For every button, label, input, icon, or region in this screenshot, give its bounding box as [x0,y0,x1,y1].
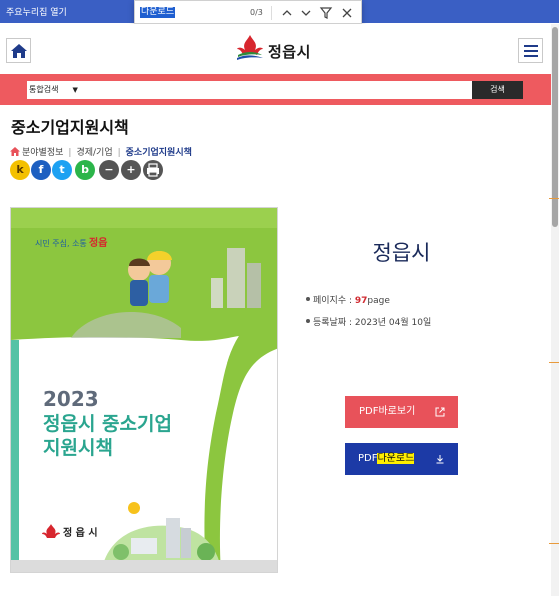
menu-button[interactable] [518,38,543,63]
search-bar: 통합검색 ▼ 검색 [0,74,551,105]
zoom-out-icon[interactable]: − [99,160,119,180]
book-cover-image: 시민 주심, 소통 정읍 2023 정읍시 중소기업 지원시책 정 읍 시 [10,207,278,573]
filter-icon [319,7,333,19]
find-match-marker [549,362,559,363]
home-icon [11,44,27,58]
print-icon[interactable] [143,160,163,180]
chevron-up-icon [282,10,292,16]
download-icon [436,455,444,464]
breadcrumb-item[interactable]: 경제/기업 [76,148,112,158]
chevron-down-icon [301,10,311,16]
find-filter-button[interactable] [318,5,334,21]
document-title: 정읍시 [372,241,431,265]
page-count: 페이지수 : 97page [306,293,390,306]
close-icon [342,8,352,18]
search-input[interactable]: 통합검색 ▼ 검색 [27,81,523,99]
pdf-view-button[interactable]: PDF바로보기 [345,396,458,428]
find-match-marker [549,198,559,199]
chevron-down-icon: ▼ [72,86,78,94]
facebook-icon[interactable]: f [31,160,51,180]
find-close-button[interactable] [339,5,355,21]
site-logo[interactable]: 정읍시 [233,33,323,65]
find-match-marker [549,543,559,544]
breadcrumb-home-icon [10,147,20,156]
find-in-page-box: 다운로드 0/3 [134,0,362,24]
cover-title-line2: 지원시책 [43,437,113,459]
home-button[interactable] [6,38,31,63]
cover-footer-logo: 정 읍 시 [63,526,98,539]
hamburger-icon [524,45,538,47]
external-link-icon [435,407,445,417]
logo-emblem-icon [237,35,263,60]
kakaostory-icon[interactable]: k [10,160,30,180]
search-button[interactable]: 검색 [472,81,523,99]
cover-slogan: 시민 주심, 소통 [35,238,87,248]
band-icon[interactable]: b [75,160,95,180]
search-category-select[interactable]: 통합검색 ▼ [29,84,78,95]
registration-date: 등록날짜 : 2023년 04월 10일 [306,315,431,328]
breadcrumb-item[interactable]: 분야별정보 [22,148,63,158]
cover-slogan-city: 정읍 [89,236,107,249]
scrollbar-thumb[interactable] [552,27,558,227]
cover-year: 2023 [43,387,99,411]
skip-link[interactable]: 주요누리집 열기 [6,5,67,18]
find-input[interactable]: 다운로드 [140,7,176,18]
find-previous-button[interactable] [279,5,295,21]
find-divider [271,6,272,20]
breadcrumb-current[interactable]: 중소기업지원시책 [126,148,192,158]
find-next-button[interactable] [298,5,314,21]
twitter-icon[interactable]: t [52,160,72,180]
find-match-highlight: 다운로드 [377,453,415,464]
pdf-download-button[interactable]: PDF다운로드 [345,443,458,475]
logo-text: 정읍시 [268,43,311,61]
site-header: 정읍시 [0,24,551,74]
breadcrumb: 분야별정보 | 경제/기업 | 중소기업지원시책 [10,145,192,158]
find-match-count: 0/3 [250,8,263,17]
page-title: 중소기업지원시책 [11,118,129,137]
zoom-in-icon[interactable]: + [121,160,141,180]
cover-illustration: 시민 주심, 소통 정읍 2023 정읍시 중소기업 지원시책 정 읍 시 [11,208,277,572]
cover-title-line1: 정읍시 중소기업 [43,413,172,435]
